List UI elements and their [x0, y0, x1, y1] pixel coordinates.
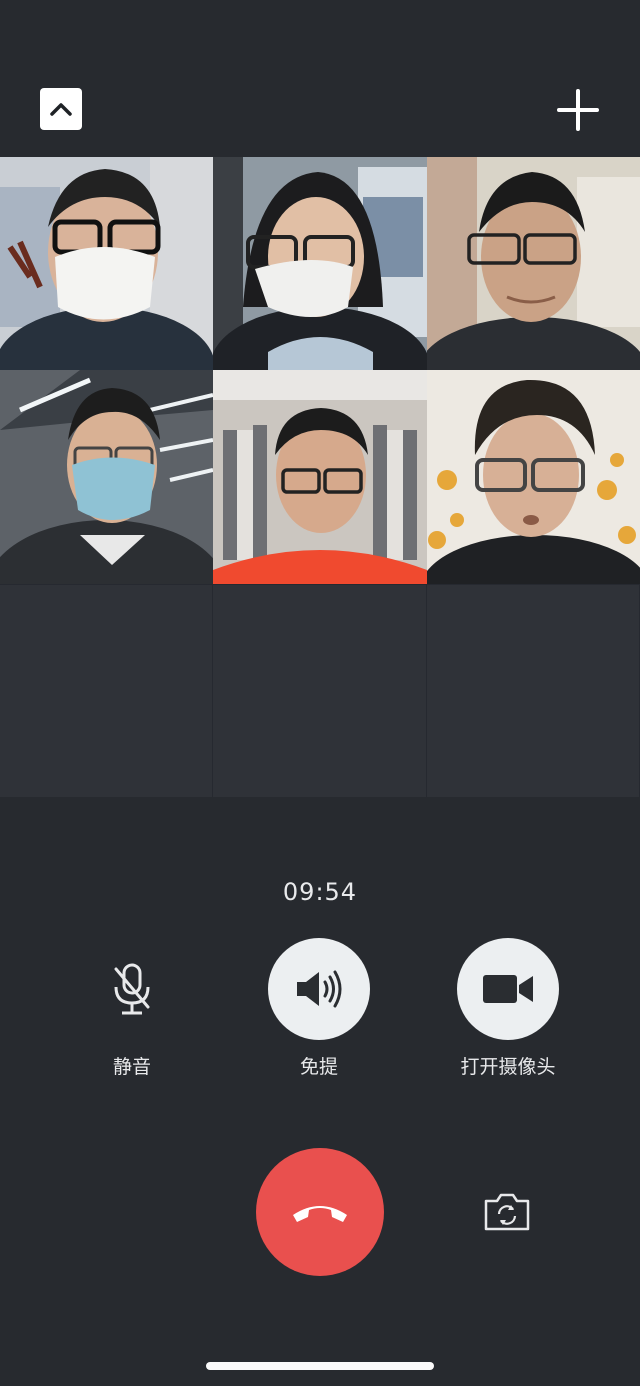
minimize-call-button[interactable] — [40, 88, 82, 130]
participant-video-feed — [427, 157, 640, 370]
turn-on-camera-button[interactable]: 打开摄像头 — [440, 938, 576, 1079]
hang-up-icon — [293, 1206, 347, 1222]
hang-up-button[interactable] — [256, 1148, 384, 1276]
plus-icon — [557, 89, 599, 131]
participant-video-tile[interactable] — [213, 370, 427, 584]
empty-participant-slot — [213, 584, 427, 797]
camera-toggle[interactable] — [457, 938, 559, 1040]
participant-video-feed — [427, 370, 640, 584]
participant-video-tile[interactable] — [213, 157, 427, 370]
chevron-up-icon — [50, 103, 72, 116]
empty-participant-slot — [427, 584, 640, 797]
participant-video-feed — [213, 370, 427, 584]
switch-camera-button[interactable] — [482, 1192, 532, 1232]
camera-label: 打开摄像头 — [460, 1056, 556, 1078]
mute-button[interactable]: 静音 — [80, 938, 184, 1079]
speaker-label: 免提 — [299, 1056, 338, 1078]
video-camera-icon — [483, 975, 533, 1003]
participant-video-tile[interactable] — [427, 370, 640, 584]
speaker-toggle[interactable] — [268, 938, 370, 1040]
speaker-button[interactable]: 免提 — [266, 938, 372, 1079]
participant-video-tile[interactable] — [0, 157, 213, 370]
speaker-icon — [297, 970, 342, 1008]
participant-video-tile[interactable] — [0, 370, 213, 584]
empty-participant-slot — [0, 584, 213, 797]
participant-video-tile[interactable] — [427, 157, 640, 370]
call-top-bar — [0, 0, 640, 157]
microphone-off-icon — [114, 963, 150, 1015]
video-grid — [0, 157, 640, 797]
participant-video-feed — [0, 370, 213, 584]
participant-video-feed — [0, 157, 213, 370]
call-timer: 09:54 — [282, 878, 358, 906]
mute-label: 静音 — [112, 1056, 151, 1078]
participant-video-feed — [213, 157, 427, 370]
home-indicator[interactable] — [206, 1362, 434, 1370]
add-participant-button[interactable] — [556, 88, 600, 132]
camera-flip-icon — [484, 1193, 530, 1231]
